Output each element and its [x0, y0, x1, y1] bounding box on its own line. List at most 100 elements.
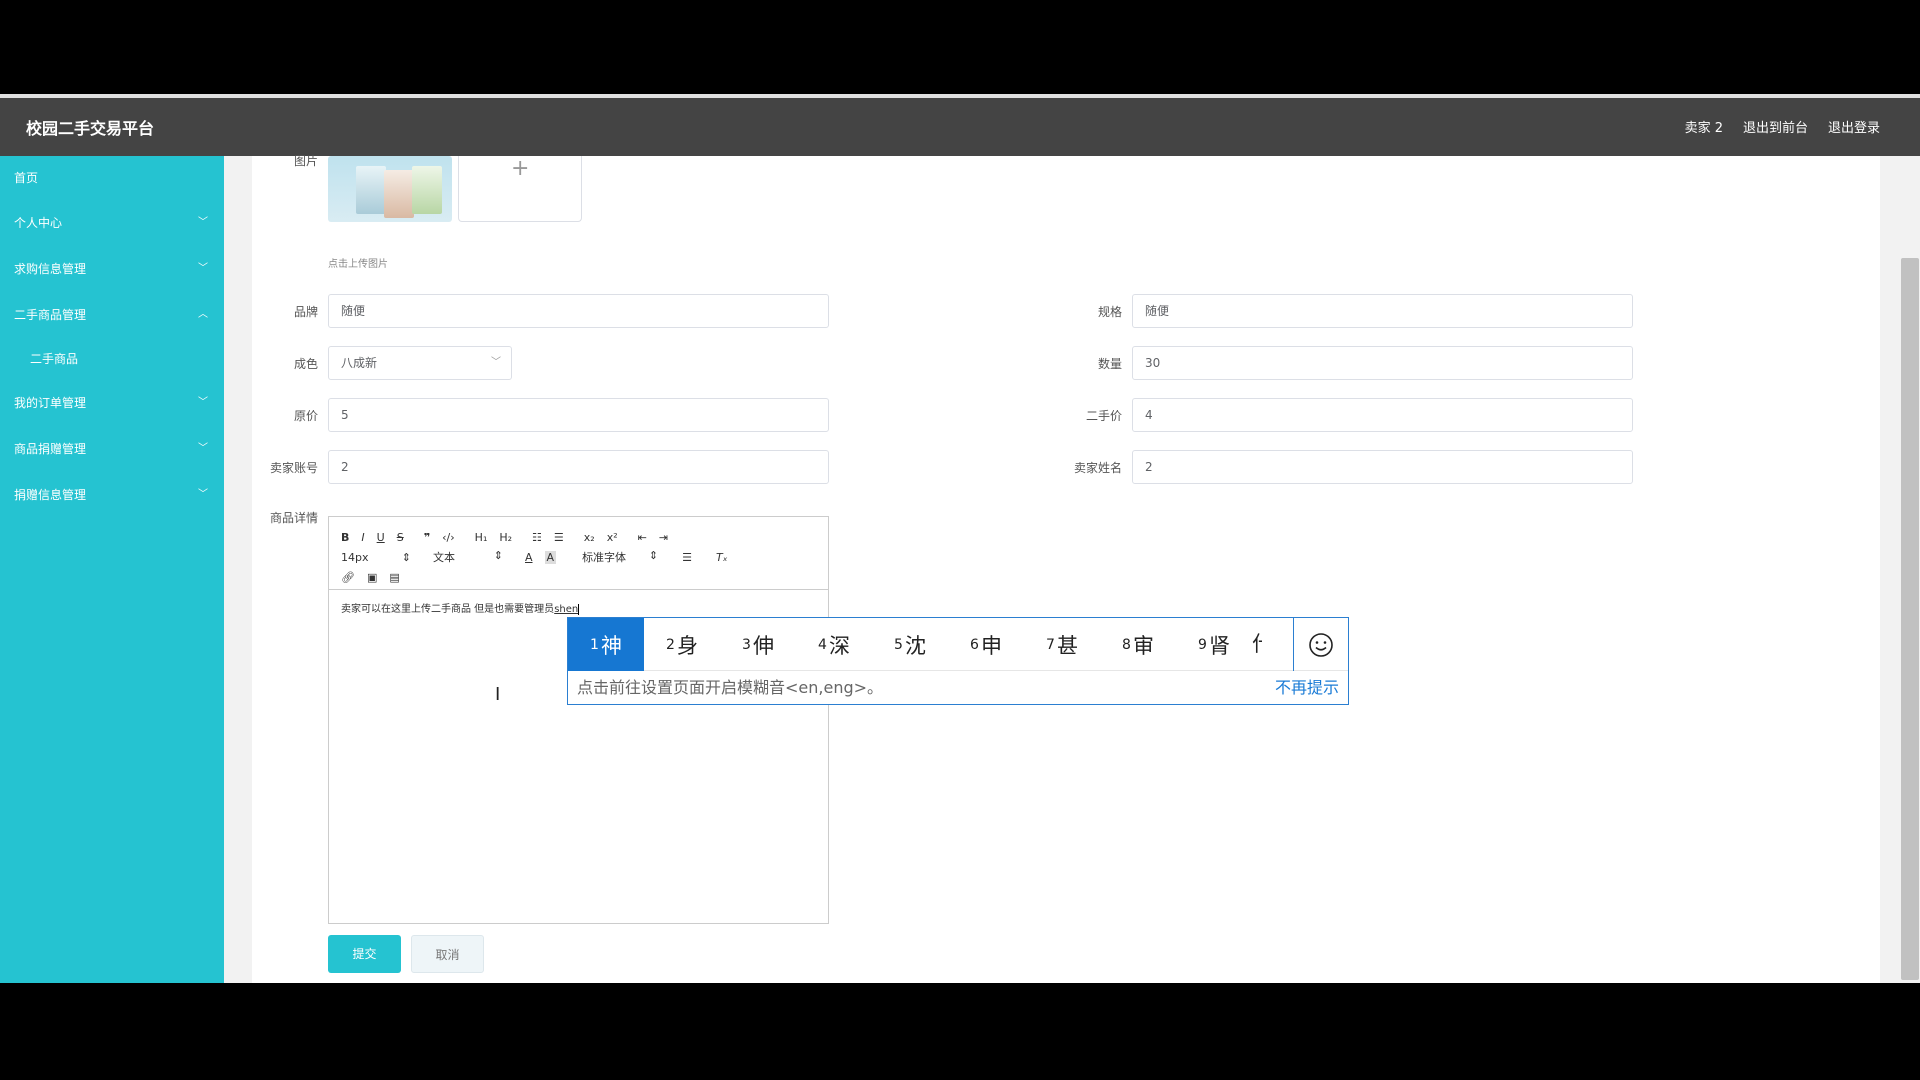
background-color-icon[interactable]: A	[544, 550, 557, 564]
text-type-value: 文本	[433, 551, 455, 564]
font-size-select[interactable]: 14px ⇕	[341, 551, 411, 564]
font-size-value: 14px	[341, 550, 369, 564]
bold-icon[interactable]: B	[341, 531, 349, 544]
sidebar-item-donation-info[interactable]: 捐赠信息管理 ﹀	[0, 472, 224, 518]
sidebar-item-label: 捐赠信息管理	[14, 488, 87, 502]
sidebar-item-label: 求购信息管理	[14, 262, 87, 276]
ime-hint[interactable]: 点击前往设置页面开启模糊音<en,eng>。	[577, 678, 883, 697]
image-upload-button[interactable]: +	[458, 156, 582, 222]
app-title: 校园二手交易平台	[26, 119, 155, 138]
text-type-select[interactable]: 文本 ⇕	[433, 549, 503, 565]
brand-label: 品牌	[293, 305, 318, 319]
clear-format-icon[interactable]: Tₓ	[716, 551, 728, 564]
text-caret	[578, 603, 580, 615]
text-cursor-icon: I	[495, 684, 501, 705]
chevron-up-icon: ︿	[198, 309, 208, 320]
font-family-value: 标准字体	[582, 551, 627, 564]
select-arrows-icon: ⇕	[401, 550, 411, 564]
superscript-icon[interactable]: x²	[607, 531, 618, 544]
chevron-down-icon: ﹀	[198, 489, 208, 500]
ime-candidate-7[interactable]: 7甚	[1024, 618, 1100, 671]
outdent-icon[interactable]: ⇤	[638, 531, 647, 544]
spec-label: 规格	[1097, 305, 1122, 319]
quantity-field[interactable]: 30	[1132, 346, 1633, 380]
seller-name-field[interactable]: 2	[1132, 450, 1633, 484]
ime-candidate-5[interactable]: 5沈	[872, 618, 948, 671]
brand-field[interactable]: 随便	[328, 294, 829, 328]
seller-account-label: 卖家账号	[269, 461, 318, 475]
sidebar-subitem-label: 二手商品	[30, 352, 79, 366]
ime-dismiss-link[interactable]: 不再提示	[1275, 671, 1339, 705]
image-label: 图片	[293, 154, 318, 168]
ime-candidate-1[interactable]: 1神	[568, 618, 644, 671]
logout-link[interactable]: 退出登录	[1828, 117, 1880, 136]
product-carton-image	[384, 170, 414, 218]
letterbox-bottom	[0, 983, 1920, 1080]
sidebar-item-label: 个人中心	[14, 216, 63, 230]
ime-candidate-3[interactable]: 3伸	[720, 618, 796, 671]
condition-select[interactable]: 八成新 ﹀	[328, 346, 512, 380]
ime-candidate-2[interactable]: 2身	[644, 618, 720, 671]
sidebar-item-label: 我的订单管理	[14, 396, 87, 410]
ime-candidate-6[interactable]: 6申	[948, 618, 1024, 671]
ime-hint-bar: 点击前往设置页面开启模糊音<en,eng>。 不再提示	[568, 671, 1348, 705]
align-icon[interactable]: ☰	[682, 551, 692, 564]
plus-icon: +	[511, 156, 530, 181]
seller-account-field[interactable]: 2	[328, 450, 829, 484]
video-icon[interactable]: ▤	[389, 571, 399, 584]
chevron-down-icon: ﹀	[198, 217, 208, 228]
back-to-frontend-link[interactable]: 退出到前台	[1743, 117, 1808, 136]
sidebar-item-my-orders[interactable]: 我的订单管理 ﹀	[0, 380, 224, 426]
subscript-icon[interactable]: x₂	[584, 531, 595, 544]
sidebar-item-purchase-requests[interactable]: 求购信息管理 ﹀	[0, 246, 224, 292]
submit-button[interactable]: 提交	[328, 935, 401, 973]
cancel-button[interactable]: 取消	[411, 935, 484, 973]
heading-1-icon[interactable]: H₁	[475, 531, 488, 544]
ordered-list-icon[interactable]: ☷	[532, 531, 542, 544]
sidebar-item-home[interactable]: 首页	[0, 156, 224, 200]
sidebar-item-personal-center[interactable]: 个人中心 ﹀	[0, 200, 224, 246]
original-price-field[interactable]: 5	[328, 398, 829, 432]
ime-candidate-4[interactable]: 4深	[796, 618, 872, 671]
sidebar-item-used-goods[interactable]: 二手商品管理 ︿	[0, 292, 224, 338]
ime-candidate-bar: 1神 2身 3伸 4深 5沈 6申 7甚 8审 9肾 什	[568, 618, 1348, 671]
sidebar-item-goods-donation[interactable]: 商品捐赠管理 ﹀	[0, 426, 224, 472]
indent-icon[interactable]: ⇥	[659, 531, 668, 544]
chevron-down-icon: ﹀	[198, 263, 208, 274]
font-family-select[interactable]: 标准字体 ⇕	[582, 549, 658, 565]
emoji-icon[interactable]	[1293, 618, 1348, 671]
sidebar-item-label: 商品捐赠管理	[14, 442, 87, 456]
spec-field[interactable]: 随便	[1132, 294, 1633, 328]
scrollbar-thumb[interactable]	[1901, 258, 1919, 980]
link-icon[interactable]: 🔗︎	[341, 571, 355, 584]
ime-candidate-8[interactable]: 8审	[1100, 618, 1176, 671]
image-icon[interactable]: ▣	[367, 571, 377, 584]
original-price-label: 原价	[293, 409, 318, 423]
product-image-thumbnail[interactable]	[328, 156, 452, 222]
sidebar-item-label: 二手商品管理	[14, 308, 87, 322]
bullet-list-icon[interactable]: ☰	[554, 531, 564, 544]
heading-2-icon[interactable]: H₂	[499, 531, 512, 544]
code-block-icon[interactable]: ‹/›	[442, 531, 455, 544]
sidebar-subitem-used-goods[interactable]: 二手商品	[0, 338, 224, 380]
underline-icon[interactable]: U	[377, 531, 385, 544]
used-price-label: 二手价	[1085, 409, 1122, 423]
sidebar: 首页 个人中心 ﹀ 求购信息管理 ﹀ 二手商品管理 ︿ 二手商品 我的订单管理 …	[0, 156, 224, 983]
ime-candidate-window: 1神 2身 3伸 4深 5沈 6申 7甚 8审 9肾 什 点击前往设置页面开启模…	[567, 617, 1349, 705]
font-color-icon[interactable]: A	[525, 551, 533, 564]
italic-icon[interactable]: I	[361, 531, 364, 544]
strikethrough-icon[interactable]: S	[397, 531, 404, 544]
composing-text: shen	[554, 604, 579, 615]
condition-selected-value: 八成新	[341, 356, 378, 370]
sidebar-item-label: 首页	[14, 171, 39, 185]
blockquote-icon[interactable]: ❞	[424, 531, 430, 544]
ime-overflow-candidate: 什	[1252, 618, 1262, 671]
seller-name-label: 卖家姓名	[1073, 461, 1122, 475]
chevron-down-icon: ﹀	[198, 443, 208, 454]
product-carton-image	[412, 166, 442, 214]
product-carton-image	[356, 166, 386, 214]
used-price-field[interactable]: 4	[1132, 398, 1633, 432]
upload-tip: 点击上传图片	[328, 259, 388, 270]
ime-candidate-9[interactable]: 9肾	[1176, 618, 1252, 671]
seller-user-link[interactable]: 卖家 2	[1685, 117, 1723, 136]
